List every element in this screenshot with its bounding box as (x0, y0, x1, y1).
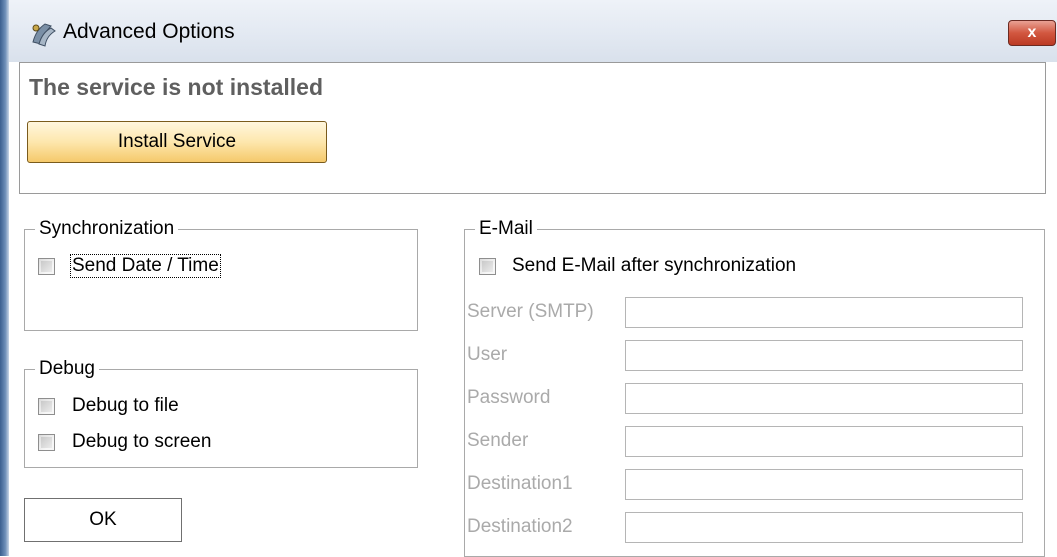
password-input[interactable] (625, 383, 1023, 414)
app-icon (32, 23, 56, 47)
send-email-checkbox[interactable] (479, 258, 496, 275)
service-status-text: The service is not installed (29, 74, 323, 100)
smtp-server-input[interactable] (625, 297, 1023, 328)
destination1-input[interactable] (625, 469, 1023, 500)
user-input[interactable] (625, 340, 1023, 371)
send-datetime-checkbox[interactable] (38, 258, 55, 275)
password-label: Password (467, 387, 551, 408)
send-datetime-label[interactable]: Send Date / Time (70, 254, 221, 278)
title-bar[interactable]: Advanced Options x (9, 0, 1057, 62)
smtp-server-label: Server (SMTP) (467, 301, 594, 322)
destination2-input[interactable] (625, 512, 1023, 543)
email-legend: E-Mail (479, 218, 533, 239)
synchronization-legend: Synchronization (39, 218, 175, 239)
debug-to-screen-checkbox[interactable] (38, 434, 55, 451)
advanced-options-window: Advanced Options x The service is not in… (0, 0, 1057, 557)
debug-group: Debug Debug to file Debug to screen (24, 358, 418, 468)
close-button[interactable]: x (1008, 20, 1056, 46)
sender-input[interactable] (625, 426, 1023, 457)
synchronization-group: Synchronization Send Date / Time (24, 218, 418, 331)
destination1-label: Destination1 (467, 473, 573, 494)
debug-to-screen-label[interactable]: Debug to screen (72, 431, 211, 453)
user-label: User (467, 344, 508, 365)
service-status-panel: The service is not installed Install Ser… (19, 62, 1046, 194)
send-email-label[interactable]: Send E-Mail after synchronization (512, 255, 796, 277)
email-group: E-Mail Send E-Mail after synchronization… (464, 218, 1045, 557)
sender-label: Sender (467, 430, 529, 451)
destination2-label: Destination2 (467, 516, 573, 537)
ok-button[interactable]: OK (24, 498, 182, 542)
debug-to-file-label[interactable]: Debug to file (72, 395, 179, 417)
close-icon: x (1027, 24, 1037, 41)
window-title: Advanced Options (63, 20, 235, 43)
install-service-button[interactable]: Install Service (27, 121, 327, 163)
debug-to-file-checkbox[interactable] (38, 398, 55, 415)
window-left-border (0, 0, 9, 556)
debug-legend: Debug (39, 358, 95, 379)
